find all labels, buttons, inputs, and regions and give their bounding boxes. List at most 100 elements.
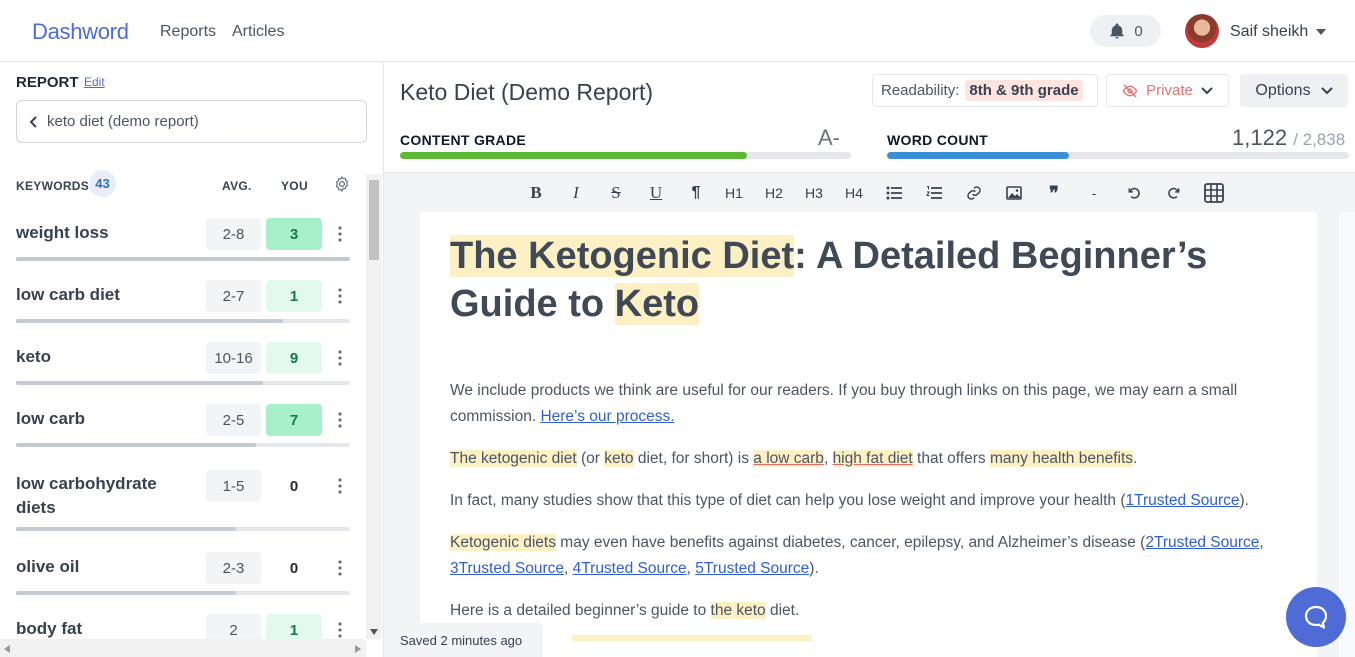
chat-button[interactable] <box>1286 587 1346 647</box>
italic-icon: I <box>573 183 579 202</box>
keywords-label: KEYWORDS <box>16 179 90 193</box>
source-link[interactable]: 4Trusted Source <box>573 560 687 577</box>
keyword-usage-fill <box>16 319 284 323</box>
scrollbar-thumb[interactable] <box>369 180 379 260</box>
keyword-name: low carbohydrate diets <box>16 474 157 517</box>
divider-button[interactable]: - <box>1082 181 1106 205</box>
underline-icon: U <box>649 183 663 202</box>
paragraph-4[interactable]: Ketogenic diets may even have benefits a… <box>450 530 1290 582</box>
blockquote-button[interactable]: ❞ <box>1042 181 1066 205</box>
keyword-name: body fat <box>16 619 83 638</box>
more-options-icon[interactable] <box>336 412 344 428</box>
more-options-icon[interactable] <box>336 478 344 494</box>
h2-button[interactable]: H2 <box>762 181 786 205</box>
report-name: keto diet (demo report) <box>47 113 199 130</box>
gear-icon[interactable] <box>333 175 351 193</box>
keyword-you-count: 7 <box>266 404 322 436</box>
word-count-target: / 2,838 <box>1293 130 1346 149</box>
more-options-icon[interactable] <box>336 622 344 638</box>
bullet-list-button[interactable] <box>882 181 906 205</box>
keyword-highlight: keto <box>604 450 634 467</box>
edit-report-link[interactable]: Edit <box>84 75 105 89</box>
editor-document[interactable]: The Ketogenic Diet: A Detailed Beginner’… <box>420 212 1317 657</box>
keyword-you-count: 1 <box>266 614 322 639</box>
keyword-avg: 10-16 <box>206 342 261 374</box>
chevron-down-icon <box>1201 86 1213 94</box>
more-options-icon[interactable] <box>336 560 344 576</box>
nav-reports[interactable]: Reports <box>160 23 216 41</box>
paragraph-text: may even have benefits against diabetes,… <box>556 534 1146 551</box>
article-heading[interactable]: The Ketogenic Diet: A Detailed Beginner’… <box>450 232 1290 328</box>
top-navbar: Dashword Reports Articles 0 Saif sheikh <box>0 0 1355 62</box>
bold-button[interactable]: B <box>524 181 548 205</box>
chevron-down-icon[interactable] <box>1316 29 1326 35</box>
keyword-usage-bar <box>16 257 350 261</box>
strikethrough-button[interactable]: S <box>604 181 628 205</box>
paragraph-text: diet, for short) is <box>633 450 754 467</box>
h3-button[interactable]: H3 <box>802 181 826 205</box>
paragraph-3[interactable]: In fact, many studies show that this typ… <box>450 488 1290 514</box>
scroll-down-icon[interactable] <box>370 629 378 635</box>
keyword-you-count: 0 <box>289 477 299 495</box>
ordered-list-button[interactable] <box>922 181 946 205</box>
heading-keyword-highlight: Keto <box>614 283 700 325</box>
sidebar-horizontal-scrollbar[interactable] <box>0 639 366 657</box>
heading-keyword-highlight: The Ketogenic Diet <box>450 235 795 277</box>
image-button[interactable] <box>1002 181 1026 205</box>
link-icon <box>967 186 981 200</box>
underline-button[interactable]: U <box>644 181 668 205</box>
sidebar-scrollbar[interactable] <box>366 174 382 639</box>
keyword-usage-bar <box>16 527 350 531</box>
more-options-icon[interactable] <box>336 288 344 304</box>
table-button[interactable] <box>1202 181 1226 205</box>
avatar[interactable] <box>1185 14 1219 48</box>
redo-icon <box>1168 187 1180 199</box>
source-link[interactable]: 5Trusted Source <box>695 560 809 577</box>
undo-button[interactable] <box>1122 181 1146 205</box>
notifications-button[interactable]: 0 <box>1090 15 1161 47</box>
logo[interactable]: Dashword <box>32 19 129 45</box>
link-button[interactable] <box>962 181 986 205</box>
save-status: Saved 2 minutes ago <box>384 623 543 657</box>
keyword-highlight: the keto <box>710 602 766 619</box>
keyword-name: keto <box>16 347 51 366</box>
process-link[interactable]: Here’s our process. <box>540 408 674 425</box>
h1-button[interactable]: H1 <box>722 181 746 205</box>
italic-button[interactable]: I <box>564 181 588 205</box>
editor-scrollbar[interactable] <box>1339 212 1355 657</box>
paragraph-button[interactable]: ¶ <box>684 181 708 205</box>
report-selector[interactable]: keto diet (demo report) <box>16 100 367 143</box>
source-link[interactable]: 3Trusted Source <box>450 560 564 577</box>
paragraph-2[interactable]: The ketogenic diet (or keto diet, for sh… <box>450 446 1290 472</box>
scroll-right-icon[interactable] <box>355 645 361 653</box>
readability-grade: 8th & 9th grade <box>965 80 1083 101</box>
keyword-name: low carb <box>16 409 85 428</box>
h4-button[interactable]: H4 <box>842 181 866 205</box>
scroll-left-icon[interactable] <box>4 645 10 653</box>
editor-panel: Keto Diet (Demo Report) Readability: 8th… <box>384 62 1355 657</box>
user-name[interactable]: Saif sheikh <box>1230 23 1308 41</box>
more-options-icon[interactable] <box>336 350 344 366</box>
content-grade-label: CONTENT GRADE <box>400 132 527 148</box>
more-options-icon[interactable] <box>336 226 344 242</box>
keyword-you-count: 3 <box>266 218 322 250</box>
source-link[interactable]: 1Trusted Source <box>1125 492 1239 509</box>
content-grade-fill <box>400 152 748 159</box>
source-link[interactable]: 2Trusted Source <box>1145 534 1259 551</box>
paragraph-5[interactable]: Here is a detailed beginner’s guide to t… <box>450 598 1290 624</box>
nav-articles[interactable]: Articles <box>232 23 284 41</box>
keyword-highlight: The ketogenic diet <box>450 450 577 467</box>
content-grade-bar <box>400 152 851 159</box>
h2-icon: H2 <box>765 185 783 201</box>
keyword-usage-fill <box>16 257 350 261</box>
keyword-avg: 2-3 <box>206 552 261 584</box>
paragraph-1[interactable]: We include products we think are useful … <box>450 378 1290 430</box>
h3-icon: H3 <box>805 185 823 201</box>
chat-icon <box>1304 605 1328 629</box>
ordered-list-icon <box>926 186 942 199</box>
keyword-you-count: 9 <box>266 342 322 374</box>
options-dropdown[interactable]: Options <box>1240 74 1348 107</box>
privacy-dropdown[interactable]: Private <box>1106 74 1229 107</box>
keyword-you-count: 0 <box>289 559 299 577</box>
redo-button[interactable] <box>1162 181 1186 205</box>
